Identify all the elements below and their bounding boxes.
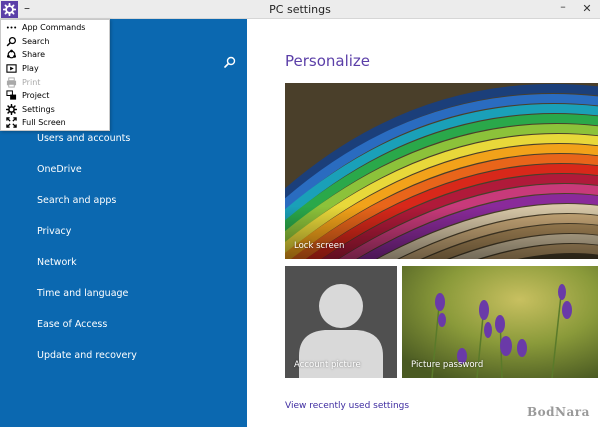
- picture-password-tile[interactable]: Picture password: [402, 266, 598, 378]
- menu-item-label: Search: [22, 36, 50, 46]
- share-icon: [6, 50, 16, 59]
- fullscreen-icon: [5, 117, 17, 129]
- search-icon[interactable]: [224, 56, 236, 68]
- account-picture-tile[interactable]: Account picture: [285, 266, 397, 378]
- menu-item-share[interactable]: Share: [1, 48, 109, 62]
- menu-item-app-commands[interactable]: App Commands: [1, 21, 109, 35]
- gear-icon: [5, 103, 17, 115]
- app-commands-menu: App Commands Search Share Play Print Pro…: [0, 19, 110, 131]
- menu-item-label: Print: [22, 77, 41, 87]
- sidebar-item-time-and-language[interactable]: Time and language: [37, 288, 128, 299]
- sidebar-item-update-and-recovery[interactable]: Update and recovery: [37, 350, 137, 361]
- menu-item-play[interactable]: Play: [1, 62, 109, 76]
- sidebar-item-privacy[interactable]: Privacy: [37, 226, 71, 237]
- play-icon: [5, 64, 17, 73]
- sidebar-item-onedrive[interactable]: OneDrive: [37, 164, 82, 175]
- menu-item-search[interactable]: Search: [1, 35, 109, 49]
- print-icon: [6, 77, 16, 88]
- menu-item-label: Full Screen: [22, 118, 66, 128]
- account-picture-label: Account picture: [294, 360, 361, 370]
- title-bar: – PC settings – ✕: [0, 0, 600, 19]
- lock-screen-label: Lock screen: [294, 241, 345, 251]
- view-recent-settings-link[interactable]: View recently used settings: [285, 401, 409, 411]
- menu-item-project[interactable]: Project: [1, 89, 109, 103]
- menu-item-full-screen[interactable]: Full Screen: [1, 116, 109, 130]
- lock-screen-image: [285, 83, 598, 259]
- ellipsis-icon: [6, 26, 16, 29]
- sidebar-item-users-and-accounts[interactable]: Users and accounts: [37, 133, 130, 144]
- watermark: BodNara: [527, 405, 590, 419]
- menu-item-print: Print: [1, 75, 109, 89]
- sidebar-item-network[interactable]: Network: [37, 257, 77, 268]
- menu-item-label: App Commands: [22, 23, 86, 33]
- menu-item-label: Settings: [22, 104, 55, 114]
- menu-item-label: Share: [22, 50, 46, 60]
- close-button[interactable]: ✕: [580, 2, 594, 15]
- project-icon: [5, 90, 16, 100]
- sidebar-item-ease-of-access[interactable]: Ease of Access: [37, 319, 107, 330]
- window-title: PC settings: [269, 3, 331, 16]
- lock-screen-tile[interactable]: Lock screen: [285, 83, 598, 259]
- menu-item-label: Play: [22, 64, 39, 74]
- page-title: Personalize: [285, 52, 371, 70]
- menu-item-settings[interactable]: Settings: [1, 103, 109, 117]
- minimize-button[interactable]: –: [556, 0, 570, 13]
- menu-item-label: Project: [22, 91, 50, 101]
- picture-password-label: Picture password: [411, 360, 484, 370]
- sidebar-item-search-and-apps[interactable]: Search and apps: [37, 195, 116, 206]
- search-icon: [6, 36, 16, 47]
